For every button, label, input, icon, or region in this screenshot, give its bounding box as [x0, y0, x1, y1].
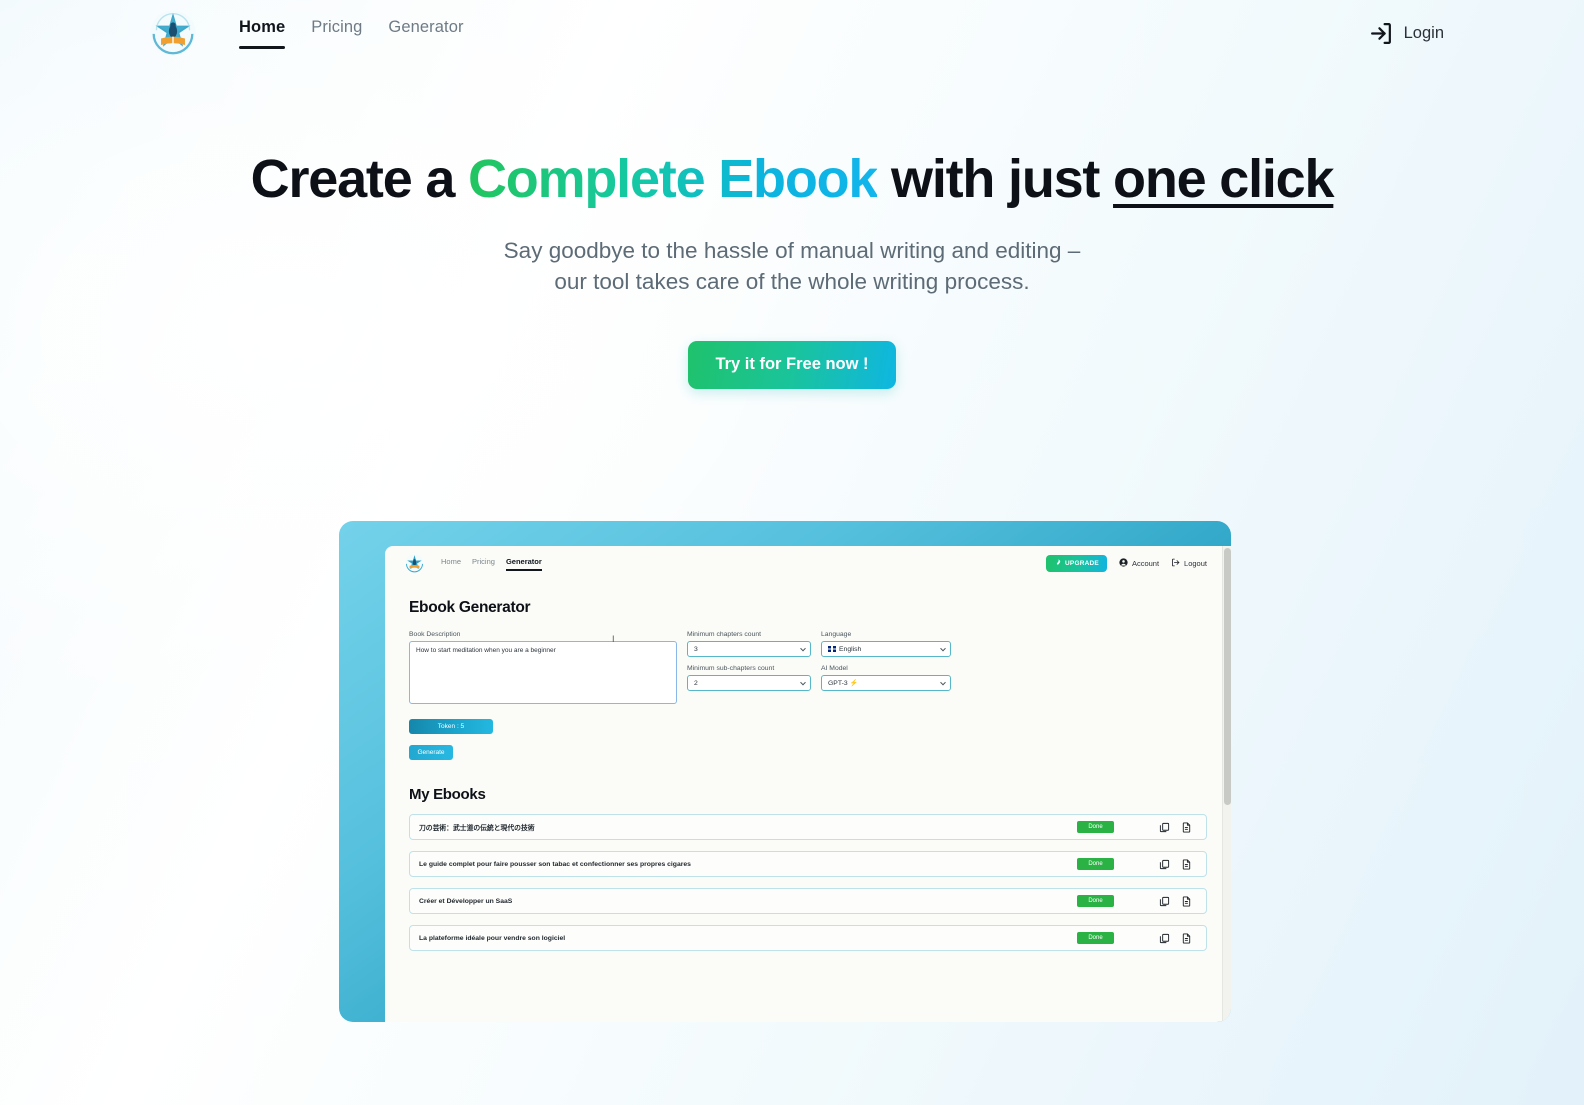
ebook-row[interactable]: La plateforme idéale pour vendre son log… — [409, 925, 1207, 951]
min-chapters-label: Minimum chapters count — [687, 631, 762, 638]
text-cursor-icon: I — [612, 634, 615, 644]
language-field: Language English — [821, 631, 951, 657]
document-icon[interactable] — [1181, 895, 1192, 907]
app-nav-link-pricing[interactable]: Pricing — [472, 557, 495, 571]
nav-link-home[interactable]: Home — [239, 18, 286, 51]
ai-model-value: GPT-3 ⚡ — [828, 680, 858, 687]
ebook-star-logo-icon[interactable] — [150, 10, 196, 56]
ebook-title: Créer et Développer un SaaS — [419, 897, 513, 905]
upgrade-label: UPGRADE — [1065, 560, 1099, 567]
app-screenshot-frame: Home Pricing Generator UPGRADE Account L… — [339, 521, 1231, 1022]
app-screenshot-window: Home Pricing Generator UPGRADE Account L… — [385, 546, 1231, 1022]
chevron-down-icon — [800, 679, 806, 686]
min-subchapters-select[interactable]: 2 — [687, 675, 811, 691]
login-button[interactable]: Login — [1369, 21, 1444, 46]
status-badge[interactable]: Done — [1077, 821, 1114, 833]
min-subchapters-value: 2 — [694, 679, 698, 687]
ebook-row[interactable]: Créer et Développer un SaaS Done — [409, 888, 1207, 914]
cta-container: Try it for Free now ! — [0, 341, 1584, 390]
generator-form: Book Description I Minimum chapters coun… — [409, 631, 1207, 709]
chapters-column: Minimum chapters count 3 Minimum sub-cha… — [687, 631, 811, 709]
subhead-line-1: Say goodbye to the hassle of manual writ… — [503, 238, 1081, 264]
document-icon[interactable] — [1181, 821, 1192, 833]
app-nav-link-home[interactable]: Home — [441, 557, 461, 571]
app-top-navigation: Home Pricing Generator UPGRADE Account L… — [385, 546, 1231, 581]
user-circle-icon — [1119, 558, 1128, 569]
ebook-row-actions — [1159, 821, 1192, 833]
document-icon[interactable] — [1181, 858, 1192, 870]
ebook-row[interactable]: 刀の芸術：武士道の伝統と現代の技術 Done — [409, 814, 1207, 840]
book-description-input[interactable] — [409, 641, 677, 704]
headline-gradient-text: Complete Ebook — [467, 149, 878, 209]
headline-part-1: Create a — [250, 149, 468, 209]
app-vertical-scrollbar[interactable] — [1222, 546, 1231, 1022]
rocket-icon — [1054, 559, 1061, 568]
language-label: Language — [821, 631, 852, 638]
status-badge[interactable]: Done — [1077, 932, 1114, 944]
sign-out-icon — [1171, 558, 1180, 569]
book-description-label: Book Description — [409, 631, 461, 638]
uk-flag-icon — [828, 646, 836, 652]
app-main-content: Ebook Generator Book Description I Minim… — [385, 581, 1231, 951]
login-label: Login — [1403, 23, 1444, 42]
scrollbar-thumb[interactable] — [1224, 548, 1231, 806]
subhead-line-2: our tool takes care of the whole writing… — [554, 269, 1030, 295]
copy-icon[interactable] — [1159, 896, 1170, 907]
app-nav-actions: UPGRADE Account Logout — [1046, 555, 1207, 572]
ebook-row-actions — [1159, 932, 1192, 944]
min-subchapters-label: Minimum sub-chapters count — [687, 665, 775, 672]
hero-subheadline: Say goodbye to the hassle of manual writ… — [0, 235, 1584, 297]
account-button[interactable]: Account — [1119, 558, 1159, 569]
nav-link-generator[interactable]: Generator — [388, 18, 463, 51]
document-icon[interactable] — [1181, 932, 1192, 944]
min-chapters-select[interactable]: 3 — [687, 641, 811, 657]
generator-heading: Ebook Generator — [409, 599, 531, 616]
generate-button[interactable]: Generate — [409, 745, 453, 760]
ebook-title: La plateforme idéale pour vendre son log… — [419, 934, 566, 942]
try-it-free-button[interactable]: Try it for Free now ! — [688, 341, 896, 390]
nav-link-pricing[interactable]: Pricing — [311, 18, 362, 51]
ebook-title: 刀の芸術：武士道の伝統と現代の技術 — [419, 825, 535, 832]
ai-model-label: AI Model — [821, 665, 848, 672]
book-description-column: Book Description I — [409, 631, 677, 709]
language-select[interactable]: English — [821, 641, 951, 657]
upgrade-button[interactable]: UPGRADE — [1046, 555, 1107, 572]
app-nav-link-generator[interactable]: Generator — [505, 557, 542, 571]
token-badge: Token : 5 — [409, 719, 493, 734]
ebook-row[interactable]: Le guide complet pour faire pousser son … — [409, 851, 1207, 877]
ai-model-select[interactable]: GPT-3 ⚡ — [821, 675, 951, 691]
ai-model-field: AI Model GPT-3 ⚡ — [821, 665, 951, 691]
chevron-down-icon — [940, 679, 946, 686]
hero-section: Create a Complete Ebook with just one cl… — [0, 149, 1584, 390]
ebook-title: Le guide complet pour faire pousser son … — [419, 860, 691, 868]
copy-icon[interactable] — [1159, 822, 1170, 833]
ebook-row-actions — [1159, 895, 1192, 907]
chevron-down-icon — [940, 645, 946, 652]
page-title: Create a Complete Ebook with just one cl… — [0, 149, 1584, 209]
sign-in-icon — [1369, 21, 1394, 46]
my-ebooks-heading: My Ebooks — [409, 786, 486, 803]
logout-label: Logout — [1184, 559, 1207, 568]
language-model-column: Language English AI Model GPT-3 ⚡ — [821, 631, 951, 709]
min-chapters-value: 3 — [694, 645, 698, 653]
app-logo-icon[interactable] — [405, 554, 424, 573]
logout-button[interactable]: Logout — [1171, 558, 1207, 569]
status-badge[interactable]: Done — [1077, 895, 1114, 907]
min-chapters-field: Minimum chapters count 3 — [687, 631, 811, 657]
chevron-down-icon — [800, 645, 806, 652]
language-value: English — [839, 645, 862, 653]
account-label: Account — [1131, 559, 1160, 568]
headline-part-2: with just — [877, 149, 1114, 209]
min-subchapters-field: Minimum sub-chapters count 2 — [687, 665, 811, 691]
status-badge[interactable]: Done — [1077, 858, 1114, 870]
copy-icon[interactable] — [1159, 933, 1170, 944]
ebooks-list: 刀の芸術：武士道の伝統と現代の技術 Done Le guide complet … — [409, 814, 1207, 951]
headline-underlined-text: one click — [1113, 149, 1335, 209]
app-nav-links: Home Pricing Generator — [441, 557, 542, 571]
copy-icon[interactable] — [1159, 859, 1170, 870]
ebook-row-actions — [1159, 858, 1192, 870]
primary-nav-links: Home Pricing Generator — [239, 0, 464, 66]
top-navigation-bar: Home Pricing Generator Login — [0, 0, 1584, 66]
